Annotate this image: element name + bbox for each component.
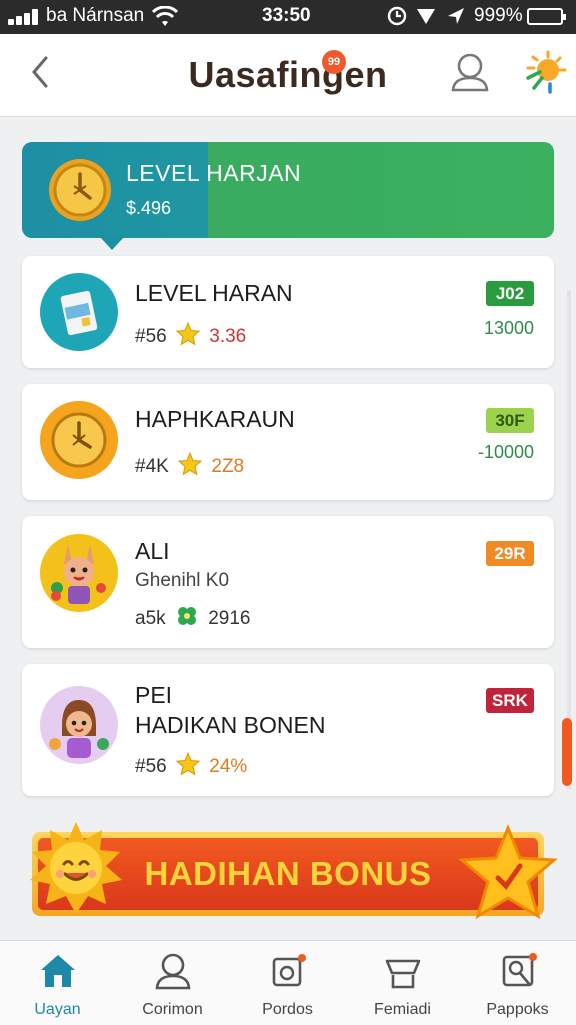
item-count: a5k [135,608,166,629]
alarm-icon [387,6,407,26]
battery-icon [527,8,566,25]
item-title: ALI [135,538,170,564]
nav-label: Corimon [142,1001,203,1018]
banner-title: LEVEL HARJAN [126,160,302,186]
status-icons [386,5,467,29]
profile-icon [155,953,190,990]
item-count: #4K [135,456,169,477]
nav-label: Uayan [34,1001,81,1018]
status-badge: SRK [486,688,534,713]
item-reward: -10000 [477,442,534,462]
item-score: 24% [209,756,248,777]
item-score: 2Z8 [211,456,245,477]
nav-item-home[interactable]: Uayan [0,941,115,1025]
basket-icon [385,959,420,989]
item-stats: #56 3.36 [135,322,246,348]
nav-item-cards[interactable]: Pordos [230,941,345,1025]
item-score: 2916 [208,608,251,629]
home-icon [40,955,75,987]
app-header: Uasafingen 99 [0,34,576,117]
item-title: LEVEL HARAN [135,280,293,306]
item-stats: #56 24% [135,752,247,778]
clover-icon [177,607,196,625]
status-bar: ba Nárnsan 33:50 999% [0,0,576,34]
item-stats: a5k 2916 [135,604,250,630]
location-icon [447,8,464,24]
item-stats: #4K 2Z8 [135,452,244,478]
battery-percent: 999% [474,5,523,26]
item-count: #56 [135,326,167,347]
nav-item-basket[interactable]: Femiadi [345,941,460,1025]
item-title: HAPHKARAUN [135,406,295,432]
item-count: #56 [135,756,167,777]
bonus-button[interactable]: HADIHAN BONUS [30,822,558,920]
clock-coin-icon [40,401,118,479]
level-banner[interactable]: LEVEL HARJAN $.496 [22,142,554,250]
notification-badge: 99 [322,50,346,74]
rabbit-character-icon [40,534,118,612]
clock-coin-icon [49,159,111,221]
card-icon [272,954,306,987]
bottom-navigation: Uayan Corimon Pordos Femiadi Pappoks [0,940,576,1025]
status-badge: 29R [486,541,534,566]
item-reward: 13000 [483,318,534,338]
banner-pointer [100,237,124,250]
milk-carton-icon [40,273,118,351]
wifi-icon [152,6,178,26]
girl-character-icon [40,686,118,764]
item-title: PEI [135,682,173,708]
nav-label: Femiadi [374,1001,431,1018]
banner-subtitle: $.496 [126,198,172,218]
signal-triangle-icon [417,9,436,24]
scrollbar-track[interactable] [567,290,571,790]
status-badge: 30F [486,408,534,433]
avatar-icon [502,953,537,987]
star-icon [178,452,203,476]
status-badge: J02 [486,281,534,306]
star-icon [175,752,200,776]
clock-time: 33:50 [262,5,311,26]
scrollbar-thumb[interactable] [562,718,572,786]
smiling-sun-icon [30,822,122,914]
list-item[interactable]: PEI HADIKAN BONEN #56 24% SRK [22,664,554,796]
carrier-name: ba Nárnsan [46,5,145,26]
star-icon [175,322,200,346]
sun-icon[interactable] [520,48,568,96]
list-item[interactable]: HAPHKARAUN #4K 2Z8 30F -10000 [22,384,554,500]
profile-icon[interactable] [448,50,492,94]
star-icon [458,824,558,920]
nav-item-avatar[interactable]: Pappoks [460,941,575,1025]
item-score: 3.36 [209,326,247,347]
nav-label: Pappoks [486,1001,549,1018]
list-item[interactable]: ALI Ghenihl K0 a5k 2916 29R [22,516,554,648]
signal-icon [8,9,42,25]
list-item[interactable]: LEVEL HARAN #56 3.36 J02 13000 [22,256,554,368]
nav-label: Pordos [262,1001,313,1018]
nav-item-profile[interactable]: Corimon [115,941,230,1025]
item-subtitle: Ghenihl K0 [135,570,230,591]
item-subtitle: HADIKAN BONEN [135,712,326,738]
